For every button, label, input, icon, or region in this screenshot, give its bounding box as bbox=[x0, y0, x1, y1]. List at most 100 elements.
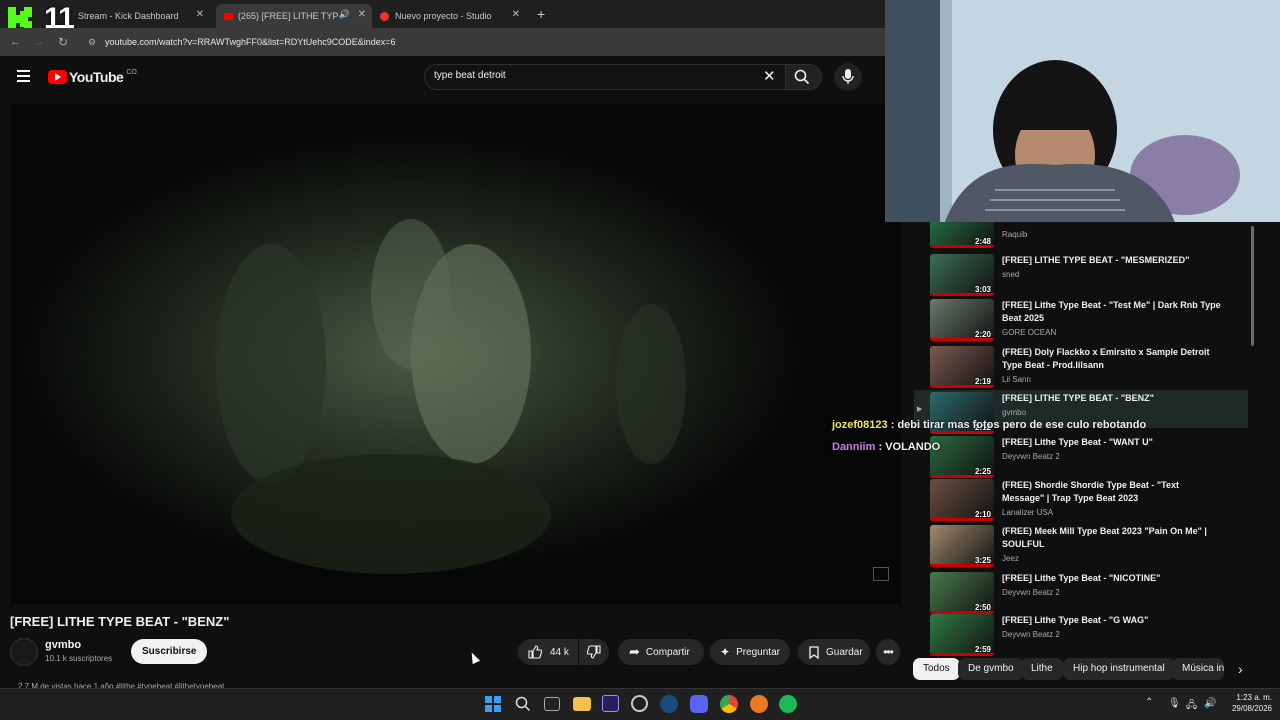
thumbs-down-icon bbox=[587, 645, 601, 659]
chat-username: Danniim bbox=[832, 441, 876, 453]
discord-icon[interactable] bbox=[690, 695, 708, 713]
dislike-button[interactable] bbox=[579, 639, 609, 665]
chat-message: jozef08123 : debi tirar mas fotos pero d… bbox=[832, 419, 1146, 431]
menu-icon[interactable] bbox=[17, 70, 30, 82]
like-button[interactable]: 44 k bbox=[518, 639, 578, 665]
windows-start-icon[interactable] bbox=[485, 696, 501, 712]
avatar[interactable] bbox=[10, 638, 38, 666]
site-info-icon[interactable]: ⚙ bbox=[88, 37, 96, 48]
task-view-icon[interactable] bbox=[544, 697, 560, 711]
save-button[interactable]: Guardar bbox=[798, 639, 870, 665]
video-thumbnail[interactable]: 2:19 bbox=[930, 346, 994, 388]
playlist-item[interactable]: 2:10 (FREE) Shordie Shordie Type Beat - "… bbox=[930, 479, 1240, 523]
chip-next-icon[interactable]: › bbox=[1238, 661, 1243, 677]
playlist-item-title[interactable]: [FREE] Lithe Type Beat - "Test Me" | Dar… bbox=[1002, 299, 1222, 325]
playlist-item-title[interactable]: (FREE) Doly Flackko x Emirsito x Sample … bbox=[1002, 346, 1222, 372]
like-count: 44 k bbox=[550, 646, 569, 658]
video-thumbnail[interactable]: 3:03 bbox=[930, 254, 994, 296]
video-thumbnail[interactable]: 2:59 bbox=[930, 614, 994, 656]
playlist-item-channel: GORE OCEAN bbox=[1002, 328, 1057, 337]
playlist-item-title[interactable]: (FREE) Meek Mill Type Beat 2023 "Pain On… bbox=[1002, 525, 1222, 551]
save-label: Guardar bbox=[826, 646, 863, 658]
speaker-icon[interactable]: 🔊 bbox=[339, 9, 350, 20]
video-thumbnail[interactable]: 2:48 bbox=[930, 222, 994, 248]
new-tab-icon[interactable]: + bbox=[537, 6, 545, 22]
playlist-item[interactable]: 2:50 [FREE] Lithe Type Beat - "NICOTINE" D… bbox=[930, 572, 1240, 616]
watched-progress bbox=[930, 431, 994, 434]
volume-icon[interactable]: 🔊 bbox=[1204, 698, 1216, 709]
webcam-overlay bbox=[885, 0, 1280, 222]
playlist-item-title[interactable]: [FREE] Lithe Type Beat - "G WAG" bbox=[1002, 614, 1222, 627]
forward-icon[interactable]: → bbox=[34, 36, 45, 48]
chip-lithe[interactable]: Lithe bbox=[1021, 658, 1063, 680]
playlist-item[interactable]: 2:25 [FREE] Lithe Type Beat - "WANT U" Dey… bbox=[930, 436, 1240, 480]
chat-message: Danniim : VOLANDO bbox=[832, 441, 940, 453]
share-button[interactable]: ➦ Compartir bbox=[618, 639, 704, 665]
chip-todos[interactable]: Todos bbox=[913, 658, 960, 680]
ask-button[interactable]: ✦ Preguntar bbox=[710, 639, 790, 665]
tab-youtube[interactable]: (265) [FREE] LITHE TYPE BE... 🔊 ✕ bbox=[216, 4, 372, 28]
tray-overflow-icon[interactable]: ⌃ bbox=[1145, 697, 1153, 708]
back-icon[interactable]: ← bbox=[10, 36, 21, 48]
voice-search-button[interactable] bbox=[834, 63, 862, 91]
playlist-item-title[interactable]: [FREE] LITHE TYPE BEAT - "BENZ" bbox=[1002, 392, 1222, 405]
network-icon[interactable]: 🖧 bbox=[1186, 698, 1197, 715]
video-thumbnail[interactable]: 2:50 bbox=[930, 572, 994, 614]
studio-favicon-icon bbox=[380, 11, 389, 21]
chip-musica[interactable]: Música in bbox=[1172, 658, 1224, 680]
playlist-item[interactable]: 3:25 (FREE) Meek Mill Type Beat 2023 "Pai… bbox=[930, 525, 1240, 569]
video-thumbnail[interactable]: 2:20 bbox=[930, 299, 994, 341]
microphone-tray-icon[interactable]: 🎙 bbox=[1168, 698, 1181, 709]
youtube-play-icon bbox=[48, 70, 67, 84]
playlist-item[interactable]: 2:59 [FREE] Lithe Type Beat - "G WAG" Deyv… bbox=[930, 614, 1240, 658]
close-icon[interactable]: ✕ bbox=[358, 9, 366, 20]
steam-icon[interactable] bbox=[660, 695, 678, 713]
playlist-item-title[interactable]: (FREE) Shordie Shordie Type Beat - "Text… bbox=[1002, 479, 1222, 505]
chat-text: VOLANDO bbox=[885, 441, 941, 453]
reload-icon[interactable]: ↻ bbox=[58, 35, 68, 49]
playlist-item[interactable]: 2:20 [FREE] Lithe Type Beat - "Test Me" |… bbox=[930, 299, 1240, 343]
tab-kick-dashboard[interactable]: Stream - Kick Dashboard ✕ bbox=[70, 4, 210, 28]
playlist-scrollbar[interactable] bbox=[1251, 226, 1254, 346]
playlist-item-channel: Lanalizer USA bbox=[1002, 508, 1054, 517]
obs-icon[interactable] bbox=[631, 695, 648, 712]
url-text[interactable]: youtube.com/watch?v=RRAWTwghFF0&list=RDY… bbox=[105, 37, 396, 47]
playlist-item-channel: Lil Sann bbox=[1002, 375, 1031, 384]
chrome-icon[interactable] bbox=[720, 695, 738, 713]
playlist-item-title[interactable]: [FREE] Lithe Type Beat - "NICOTINE" bbox=[1002, 572, 1222, 585]
watched-progress bbox=[930, 564, 994, 567]
video-thumbnail[interactable]: 2:10 bbox=[930, 479, 994, 521]
playlist-item-title[interactable]: [FREE] Lithe Type Beat - "WANT U" bbox=[1002, 436, 1222, 449]
close-icon[interactable]: ✕ bbox=[512, 9, 520, 20]
thumbs-up-icon bbox=[528, 645, 542, 659]
close-icon[interactable]: ✕ bbox=[196, 9, 204, 20]
app-icon[interactable] bbox=[750, 695, 768, 713]
clock-date[interactable]: 29/08/2026 bbox=[1228, 704, 1272, 713]
clear-search-icon[interactable]: ✕ bbox=[763, 67, 776, 85]
chip-hip-hop-instrumental[interactable]: Hip hop instrumental bbox=[1063, 658, 1175, 680]
chip-de-gvmbo[interactable]: De gvmbo bbox=[958, 658, 1024, 680]
premiere-icon[interactable] bbox=[602, 695, 619, 712]
video-thumbnail[interactable]: 3:25 bbox=[930, 525, 994, 567]
search-button[interactable] bbox=[786, 64, 822, 90]
microphone-icon bbox=[842, 69, 854, 84]
spotify-icon[interactable] bbox=[779, 695, 797, 713]
subscribe-button[interactable]: Suscribirse bbox=[131, 639, 208, 664]
tab-label: Nuevo proyecto - Studio bbox=[395, 11, 492, 21]
channel-name[interactable]: gvmbo bbox=[45, 639, 81, 651]
playlist-item[interactable]: 3:03 [FREE] LITHE TYPE BEAT - "MESMERIZED… bbox=[930, 254, 1240, 298]
playlist-item[interactable]: 2:48 Raquib bbox=[930, 222, 1240, 248]
playlist-item[interactable]: 2:19 (FREE) Doly Flackko x Emirsito x Sam… bbox=[930, 346, 1240, 390]
tab-studio[interactable]: Nuevo proyecto - Studio ✕ bbox=[376, 4, 526, 28]
video-player[interactable] bbox=[11, 104, 901, 604]
file-explorer-icon[interactable] bbox=[573, 697, 591, 711]
playlist-item-title[interactable]: [FREE] LITHE TYPE BEAT - "MESMERIZED" bbox=[1002, 254, 1222, 267]
search-icon[interactable] bbox=[515, 696, 531, 717]
chat-text: debi tirar mas fotos pero de ese culo re… bbox=[897, 419, 1147, 431]
clock-time[interactable]: 1:23 a. m. bbox=[1232, 693, 1272, 702]
channel-watermark-icon[interactable] bbox=[873, 567, 889, 581]
share-label: Compartir bbox=[645, 646, 690, 658]
region-code: CO bbox=[126, 68, 137, 76]
more-actions-button[interactable]: ••• bbox=[876, 639, 900, 665]
youtube-logo[interactable]: YouTube CO bbox=[48, 69, 137, 85]
